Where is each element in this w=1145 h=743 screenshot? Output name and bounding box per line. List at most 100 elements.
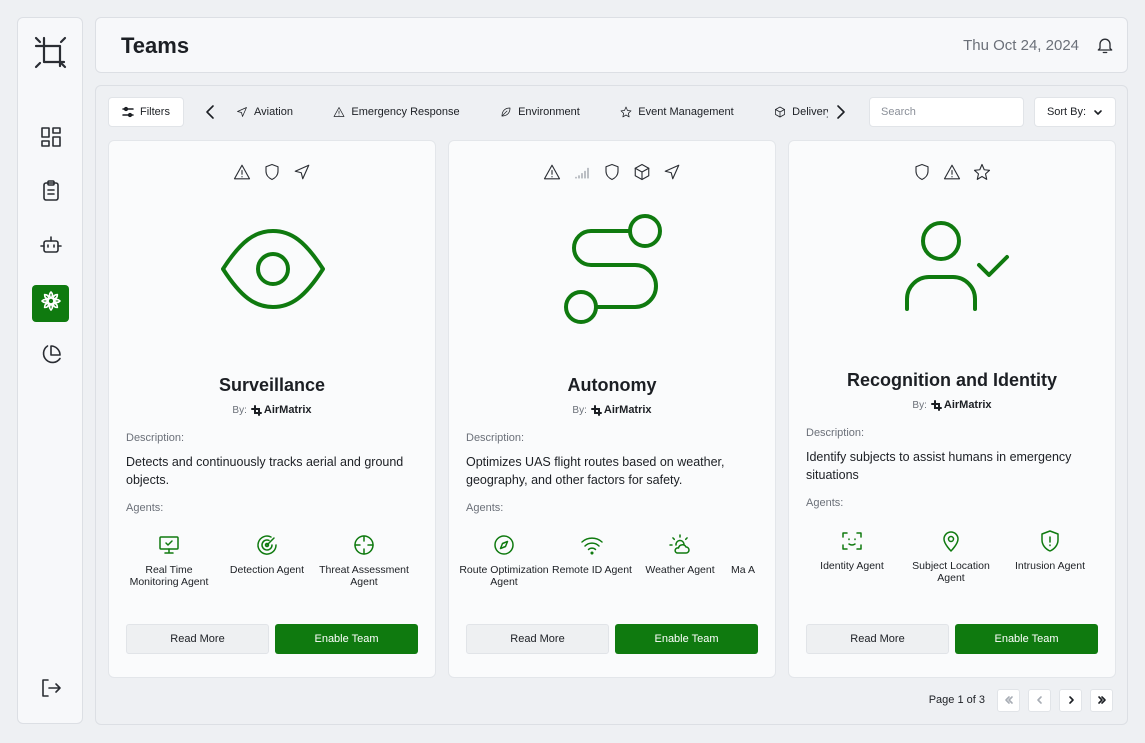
team-card-surveillance: Surveillance By: AirMatrix Description: … <box>108 140 436 678</box>
sidebar-item-tasks[interactable] <box>32 175 69 212</box>
author-name: AirMatrix <box>250 404 312 416</box>
warning-icon <box>943 163 961 181</box>
category-label: Environment <box>518 106 580 118</box>
last-page-button[interactable] <box>1090 688 1113 712</box>
shield-alert-icon <box>1038 529 1062 553</box>
prev-page-button[interactable] <box>1028 688 1051 712</box>
sort-dropdown[interactable]: Sort By: <box>1034 97 1116 127</box>
warning-icon <box>543 163 561 181</box>
leaf-icon <box>500 106 512 118</box>
logout-button[interactable] <box>32 672 69 709</box>
clipboard-icon <box>39 179 63 208</box>
by-label: By: <box>572 404 587 416</box>
author-label: AirMatrix <box>603 404 652 416</box>
agent-name: Ma A <box>731 564 755 576</box>
package-icon <box>774 106 786 118</box>
radar-icon <box>255 533 279 557</box>
agent-name: Real Time Monitoring Agent <box>129 564 209 588</box>
category-environment[interactable]: Environment <box>500 97 580 127</box>
agent-item[interactable]: Route Optimization Agent <box>459 533 549 588</box>
category-event-management[interactable]: Event Management <box>620 97 734 127</box>
date-display: Thu Oct 24, 2024 <box>963 37 1079 54</box>
star-icon <box>620 106 632 118</box>
bot-icon <box>39 233 63 262</box>
category-scroller: Aviation Emergency Response Environment … <box>236 97 828 127</box>
card-description: Detects and continuously tracks aerial a… <box>126 455 404 487</box>
read-more-button[interactable]: Read More <box>806 624 949 654</box>
read-more-button[interactable]: Read More <box>126 624 269 654</box>
agent-item[interactable]: Detection Agent <box>222 533 312 576</box>
face-scan-icon <box>840 529 864 553</box>
category-aviation[interactable]: Aviation <box>236 97 293 127</box>
chevron-left-icon <box>1035 695 1045 705</box>
agent-item[interactable]: Intrusion Agent <box>1005 529 1095 572</box>
agents-list: Route Optimization Agent Remote ID Agent… <box>449 533 775 613</box>
grid-icon <box>39 125 63 154</box>
category-emergency-response[interactable]: Emergency Response <box>333 97 460 127</box>
description-label: Description: <box>806 427 865 439</box>
author-label: AirMatrix <box>263 404 312 416</box>
enable-team-button[interactable]: Enable Team <box>615 624 758 654</box>
agent-item[interactable]: Identity Agent <box>807 529 897 572</box>
agent-item[interactable]: Weather Agent <box>635 533 725 576</box>
toolbar: Filters Aviation Emergency Response Envi… <box>108 97 1118 128</box>
unknown-icon <box>731 533 755 557</box>
sidebar-item-analytics[interactable] <box>32 339 69 376</box>
enable-team-button[interactable]: Enable Team <box>955 624 1098 654</box>
agent-item[interactable]: Threat Assessment Agent <box>319 533 409 588</box>
compass-icon <box>492 533 516 557</box>
logout-icon <box>39 676 63 705</box>
category-delivery[interactable]: Delivery <box>774 97 828 127</box>
agent-item[interactable]: Subject Location Agent <box>906 529 996 584</box>
team-card-recognition-identity: Recognition and Identity By: AirMatrix D… <box>788 140 1116 678</box>
agent-item[interactable]: Remote ID Agent <box>547 533 637 576</box>
page-indicator: Page 1 of 3 <box>928 694 985 706</box>
map-pin-icon <box>939 529 963 553</box>
by-label: By: <box>912 399 927 411</box>
sidebar-item-bots[interactable] <box>32 229 69 266</box>
description-label: Description: <box>126 432 185 444</box>
flower-icon <box>39 289 63 318</box>
sidebar-item-teams[interactable] <box>32 285 69 322</box>
app-logo-icon[interactable] <box>32 34 69 71</box>
chevrons-right-icon <box>1097 695 1107 705</box>
shield-icon <box>913 163 931 181</box>
user-check-icon <box>893 209 1013 329</box>
next-page-button[interactable] <box>1059 688 1082 712</box>
agent-name: Intrusion Agent <box>1014 560 1086 572</box>
notifications-bell-icon[interactable] <box>1095 35 1115 55</box>
card-description: Identify subjects to assist humans in em… <box>806 450 1072 482</box>
crosshair-icon <box>352 533 376 557</box>
agents-list: Identity Agent Subject Location Agent In… <box>789 529 1115 609</box>
search-input[interactable] <box>869 97 1024 127</box>
category-next-button[interactable] <box>829 101 851 123</box>
agent-name: Threat Assessment Agent <box>319 564 409 588</box>
enable-team-button[interactable]: Enable Team <box>275 624 418 654</box>
agents-label: Agents: <box>806 497 844 509</box>
card-title: Surveillance <box>218 375 326 395</box>
agents-list: Real Time Monitoring Agent Detection Age… <box>109 533 435 613</box>
sidebar-item-dashboard[interactable] <box>32 121 69 158</box>
route-icon <box>553 209 673 329</box>
eye-icon <box>213 209 333 329</box>
agent-name: Remote ID Agent <box>552 564 632 576</box>
agents-label: Agents: <box>126 502 164 514</box>
agent-item[interactable]: Real Time Monitoring Agent <box>124 533 214 588</box>
airmatrix-logo-icon <box>930 399 942 411</box>
by-label: By: <box>232 404 247 416</box>
plane-icon <box>663 163 681 181</box>
first-page-button[interactable] <box>997 688 1020 712</box>
filters-button[interactable]: Filters <box>108 97 184 127</box>
card-description: Optimizes UAS flight routes based on wea… <box>466 455 725 487</box>
team-card-autonomy: Autonomy By: AirMatrix Description: Opti… <box>448 140 776 678</box>
read-more-button[interactable]: Read More <box>466 624 609 654</box>
package-icon <box>633 163 651 181</box>
main-panel: Filters Aviation Emergency Response Envi… <box>95 85 1128 725</box>
author-name: AirMatrix <box>930 399 992 411</box>
category-prev-button[interactable] <box>200 101 222 123</box>
agents-label: Agents: <box>466 502 504 514</box>
card-title: Recognition and Identity <box>847 370 1057 390</box>
agent-item[interactable]: Ma A <box>723 533 763 576</box>
agent-name: Detection Agent <box>229 564 305 576</box>
author-name: AirMatrix <box>590 404 652 416</box>
